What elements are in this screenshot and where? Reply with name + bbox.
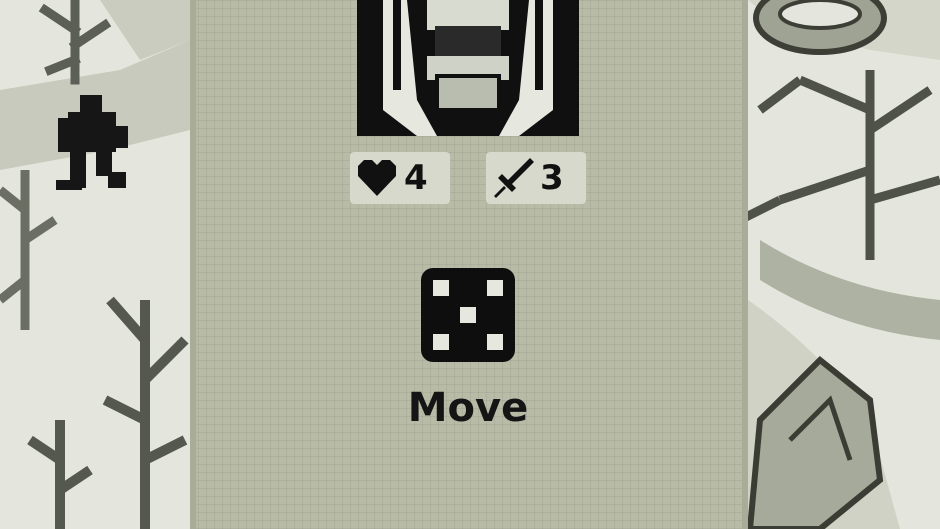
character-portrait <box>357 0 579 136</box>
bare-tree-left-middle <box>0 170 58 330</box>
sword-icon <box>494 158 534 198</box>
health-stat: 4 <box>350 152 450 204</box>
dice-icon[interactable] <box>421 268 515 362</box>
health-value: 4 <box>404 158 428 198</box>
rock-top-right <box>753 0 887 55</box>
attack-stat: 3 <box>486 152 586 204</box>
bare-tree-left-bottom <box>27 296 189 529</box>
heart-icon <box>358 160 396 196</box>
attack-value: 3 <box>540 158 564 198</box>
move-action-label[interactable]: Move <box>380 380 556 436</box>
bare-tree-right <box>717 70 940 260</box>
bare-tree-left-top <box>38 0 112 85</box>
